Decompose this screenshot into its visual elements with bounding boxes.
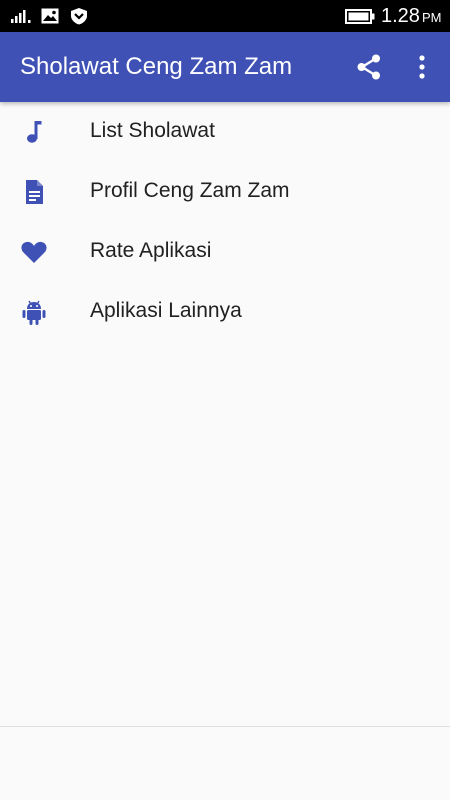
music-note-icon <box>27 121 42 143</box>
time-value: 1.28 <box>381 5 420 27</box>
menu-item-label: List Sholawat <box>90 119 215 142</box>
bottom-divider <box>0 726 450 727</box>
document-icon <box>26 180 43 204</box>
menu-item-list-sholawat[interactable]: List Sholawat <box>0 102 450 162</box>
android-icon <box>22 300 46 325</box>
shield-icon <box>71 8 87 25</box>
app-bar: Sholawat Ceng Zam Zam <box>0 32 450 102</box>
menu-item-profil[interactable]: Profil Ceng Zam Zam <box>0 162 450 222</box>
menu-item-label: Rate Aplikasi <box>90 239 212 262</box>
menu-list: List Sholawat Profil Ceng Zam Zam Rate A… <box>0 102 450 342</box>
more-vert-icon[interactable] <box>410 53 434 81</box>
menu-item-label: Aplikasi Lainnya <box>90 299 242 322</box>
time-ampm: PM <box>421 10 442 25</box>
battery-icon <box>345 9 375 24</box>
signal-icon <box>11 10 31 23</box>
gallery-icon <box>41 8 59 24</box>
status-time: 1.28 PM <box>381 3 441 29</box>
menu-item-rate[interactable]: Rate Aplikasi <box>0 222 450 282</box>
share-icon[interactable] <box>355 53 383 81</box>
status-bar: 1.28 PM <box>0 0 450 32</box>
app-title: Sholawat Ceng Zam Zam <box>20 53 293 80</box>
heart-icon <box>21 241 47 263</box>
menu-item-label: Profil Ceng Zam Zam <box>90 179 290 202</box>
menu-item-aplikasi-lainnya[interactable]: Aplikasi Lainnya <box>0 282 450 342</box>
